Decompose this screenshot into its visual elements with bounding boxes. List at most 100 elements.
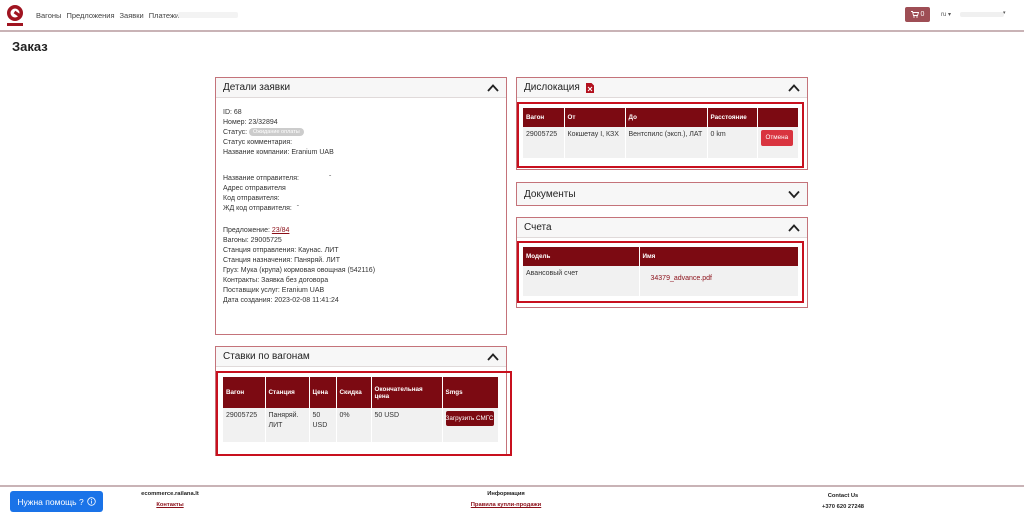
documents-card: Документы: [516, 182, 808, 206]
dislocation-header-wagon: Вагон: [523, 108, 565, 127]
user-menu[interactable]: [960, 12, 1004, 17]
chevron-down-icon[interactable]: [788, 189, 800, 199]
excel-icon[interactable]: [585, 82, 594, 93]
rates-table-wrap: Вагон Станция Цена Скидка Окончательная …: [223, 377, 499, 442]
details-card: Детали заявки ID: 68 Номер: 23/32894 Ста…: [215, 77, 507, 335]
footer-contact-title: Contact Us: [827, 493, 859, 499]
dislocation-title: Дислокация: [524, 82, 580, 93]
dislocation-cell-wagon: 29005725: [523, 127, 565, 158]
detail-id: ID: 68: [223, 109, 242, 116]
table-row: 29005725 Кокшетау I, КЗХ Вентспилс (эксп…: [523, 127, 799, 158]
nav-offers[interactable]: Предложения: [66, 11, 114, 20]
navbar: Вагоны Предложения Заявки Платежи 0 ru ▾…: [0, 0, 1024, 32]
table-row: 29005725 Паняряй. ЛИТ 50 USD 0% 50 USD З…: [223, 408, 499, 442]
language-selector[interactable]: ru ▾: [941, 11, 951, 18]
nav-links: Вагоны Предложения Заявки Платежи: [36, 11, 179, 20]
footer-site-column: ecommerce.railana.lt Контакты: [130, 491, 210, 508]
help-button[interactable]: Нужна помощь ?: [10, 491, 103, 512]
chevron-up-icon[interactable]: [788, 83, 800, 93]
logo-icon[interactable]: [5, 3, 25, 29]
detail-wagons: Вагоны: 29005725: [223, 237, 282, 244]
dislocation-header-from: От: [564, 108, 626, 127]
nav-blurred-item: [178, 12, 238, 18]
invoices-table: Модель Имя Авансовый счет 34379_advance.…: [523, 247, 799, 296]
cancel-button[interactable]: Отмена: [760, 130, 794, 146]
invoice-file-link[interactable]: 34379_advance.pdf: [651, 275, 713, 282]
footer-info-column: Информация Правила купли-продажи: [456, 491, 556, 508]
rates-title: Ставки по вагонам: [223, 351, 310, 362]
upload-smgs-button[interactable]: Загрузить СМГС: [445, 411, 494, 426]
detail-sender-code: Код отправителя:: [223, 195, 280, 202]
footer-phone: +370 620 27248: [821, 504, 865, 510]
cart-count: 0: [920, 11, 925, 18]
dislocation-cell-distance: 0 km: [707, 127, 758, 158]
offer-link[interactable]: 23/84: [272, 227, 290, 234]
rates-header-wagon: Вагон: [223, 377, 266, 408]
rates-header-discount: Скидка: [336, 377, 372, 408]
invoices-cell-model: Авансовый счет: [523, 266, 640, 296]
chevron-up-icon[interactable]: [487, 83, 499, 93]
detail-sender-name: Название отправителя: ˉ: [223, 175, 332, 182]
rates-cell-final: 50 USD: [371, 408, 443, 442]
detail-contracts: Контракты: Заявка без договора: [223, 277, 329, 284]
rates-card-header[interactable]: Ставки по вагонам: [216, 347, 506, 367]
documents-card-header[interactable]: Документы: [517, 183, 807, 205]
nav-payments[interactable]: Платежи: [149, 11, 179, 20]
detail-created: Дата создания: 2023-02-08 11:41:24: [223, 297, 339, 304]
dislocation-table: Вагон От До Расстояние 29005725 Кокшетау…: [523, 108, 799, 158]
dislocation-card-header[interactable]: Дислокация: [517, 78, 807, 98]
documents-title: Документы: [524, 188, 576, 200]
detail-provider: Поставщик услуг: Eranium UAB: [223, 287, 325, 294]
table-row: Авансовый счет 34379_advance.pdf: [523, 266, 799, 296]
invoices-cell-name: 34379_advance.pdf: [639, 266, 799, 296]
invoices-header-name: Имя: [639, 247, 799, 266]
footer-info-title: Информация: [487, 491, 525, 497]
detail-station-to: Станция назначения: Паняряй. ЛИТ: [223, 257, 340, 264]
rates-header-final: Окончательная цена: [371, 377, 443, 408]
footer-site: ecommerce.railana.lt: [141, 491, 199, 497]
dislocation-cell-to: Вентспилс (эксп.), ЛАТ: [625, 127, 708, 158]
rates-table: Вагон Станция Цена Скидка Окончательная …: [223, 377, 499, 442]
cart-button[interactable]: 0: [905, 7, 930, 22]
rates-cell-price: 50 USD: [309, 408, 337, 442]
cart-icon: [910, 11, 919, 18]
rates-cell-wagon: 29005725: [223, 408, 266, 442]
invoices-header-model: Модель: [523, 247, 640, 266]
chevron-up-icon[interactable]: [487, 352, 499, 362]
dislocation-header-distance: Расстояние: [707, 108, 758, 127]
details-title: Детали заявки: [223, 82, 291, 93]
detail-status: Статус: Ожидание оплаты: [223, 128, 499, 138]
detail-status-comment: Статус комментария:: [223, 139, 293, 146]
footer-rules-link[interactable]: Правила купли-продажи: [471, 502, 541, 508]
details-body: ID: 68 Номер: 23/32894 Статус: Ожидание …: [216, 98, 506, 311]
invoices-table-wrap: Модель Имя Авансовый счет 34379_advance.…: [523, 247, 799, 296]
footer-contact-column: Contact Us +370 620 27248: [805, 493, 881, 510]
detail-rail-code: ЖД код отправителя: ˉ: [223, 205, 300, 212]
dislocation-table-wrap: Вагон От До Расстояние 29005725 Кокшетау…: [523, 108, 799, 158]
detail-cargo: Груз: Мука (крупа) кормовая овощная (542…: [223, 267, 376, 274]
details-card-header[interactable]: Детали заявки: [216, 78, 506, 98]
detail-station-from: Станция отправления: Каунас. ЛИТ: [223, 247, 339, 254]
dislocation-cell-action: Отмена: [757, 127, 799, 158]
invoices-card-header[interactable]: Счета: [517, 218, 807, 238]
rates-header-price: Цена: [309, 377, 337, 408]
info-icon: [86, 497, 96, 506]
rates-cell-station: Паняряй. ЛИТ: [265, 408, 310, 442]
detail-company: Название компании: Eranium UAB: [223, 149, 334, 156]
invoices-title: Счета: [524, 222, 552, 233]
dislocation-header-action: [757, 108, 799, 127]
detail-number: Номер: 23/32894: [223, 119, 278, 126]
chevron-up-icon[interactable]: [788, 223, 800, 233]
rates-header-station: Станция: [265, 377, 310, 408]
dislocation-cell-from: Кокшетау I, КЗХ: [564, 127, 626, 158]
rates-header-smgs: Smgs: [442, 377, 499, 408]
footer-contacts-link[interactable]: Контакты: [156, 502, 183, 508]
nav-requests[interactable]: Заявки: [120, 11, 144, 20]
detail-sender-address: Адрес отправителя: [223, 185, 286, 192]
rates-cell-smgs: Загрузить СМГС: [442, 408, 499, 442]
status-badge: Ожидание оплаты: [249, 128, 304, 137]
page-title: Заказ: [12, 39, 48, 54]
rates-cell-discount: 0%: [336, 408, 372, 442]
chevron-down-icon: ▾: [1003, 10, 1006, 16]
nav-wagons[interactable]: Вагоны: [36, 11, 61, 20]
